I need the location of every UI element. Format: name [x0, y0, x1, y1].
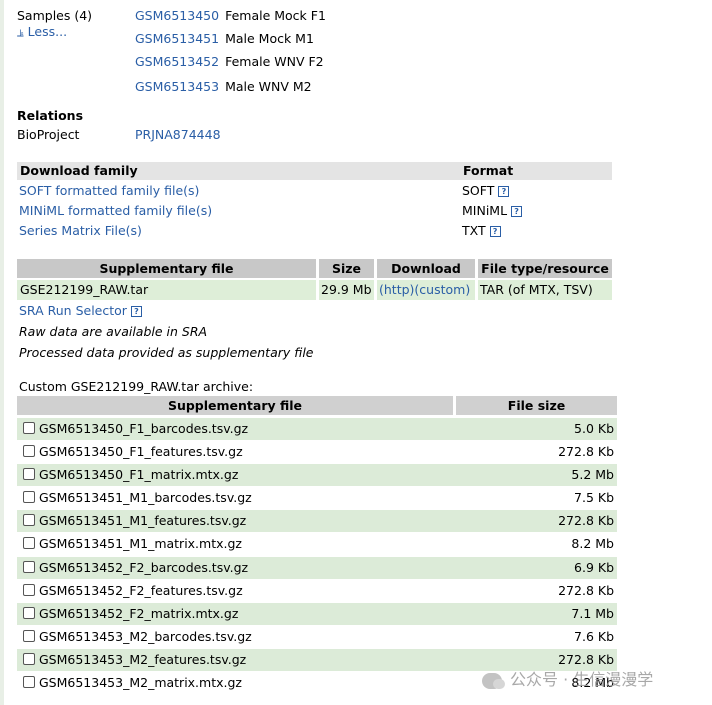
download-header: Download [377, 259, 475, 278]
file-size: 6.9 Kb [574, 560, 614, 575]
file-checkbox[interactable] [23, 468, 35, 480]
file-row: GSM6513450_F1_features.tsv.gz 272.8 Kb [17, 441, 617, 463]
file-row: GSM6513452_F2_barcodes.tsv.gz 6.9 Kb [17, 557, 617, 579]
soft-family-link[interactable]: SOFT formatted family file(s) [19, 183, 199, 198]
file-checkbox[interactable] [23, 514, 35, 526]
supp-download-cell: (http)(custom) [377, 280, 475, 300]
sample-accession-link[interactable]: GSM6513453 [135, 79, 219, 94]
file-checkbox[interactable] [23, 491, 35, 503]
help-icon[interactable]: ? [498, 186, 510, 197]
file-size: 272.8 Kb [558, 513, 614, 528]
custom-download-link[interactable]: (custom) [414, 282, 470, 297]
file-checkbox[interactable] [23, 561, 35, 573]
file-row: GSM6513451_M1_features.tsv.gz 272.8 Kb [17, 510, 617, 532]
file-row: GSM6513451_M1_barcodes.tsv.gz 7.5 Kb [17, 487, 617, 509]
sra-note: Raw data are available in SRA [19, 324, 208, 339]
sample-item: GSM6513453 Male WNV M2 [135, 79, 312, 94]
file-name: GSM6513451_M1_barcodes.tsv.gz [39, 490, 252, 505]
file-row: GSM6513450_F1_matrix.mtx.gz 5.2 Mb [17, 464, 617, 486]
left-border [0, 0, 4, 705]
format-header: Format [460, 162, 612, 180]
file-size: 7.6 Kb [574, 629, 614, 644]
wechat-icon [482, 672, 505, 689]
format-cell: MINiML? [462, 203, 523, 218]
sample-item: GSM6513452 Female WNV F2 [135, 54, 324, 69]
bioproject-link[interactable]: PRJNA874448 [135, 127, 221, 142]
sample-description: Male Mock M1 [225, 31, 314, 46]
processed-note: Processed data provided as supplementary… [19, 345, 314, 360]
sample-description: Female Mock F1 [225, 8, 326, 23]
supp-file-type: TAR (of MTX, TSV) [478, 280, 612, 300]
file-name: GSM6513453_M2_features.tsv.gz [39, 652, 247, 667]
file-checkbox[interactable] [23, 445, 35, 457]
sample-description: Male WNV M2 [225, 79, 312, 94]
sra-run-selector-link[interactable]: SRA Run Selector [19, 303, 127, 318]
archive-size-header: File size [456, 396, 617, 415]
samples-label: Samples (4) [17, 8, 93, 23]
supp-file-name: GSE212199_RAW.tar [17, 280, 316, 300]
file-checkbox[interactable] [23, 653, 35, 665]
format-cell: TXT? [462, 223, 501, 238]
file-name: GSM6513451_M1_features.tsv.gz [39, 513, 247, 528]
sample-accession-link[interactable]: GSM6513452 [135, 54, 219, 69]
samples-toggle[interactable]: ⫡ Less... [17, 24, 67, 39]
bioproject-label: BioProject [17, 127, 80, 142]
file-size: 5.0 Kb [574, 421, 614, 436]
sample-item: GSM6513451 Male Mock M1 [135, 31, 314, 46]
file-checkbox[interactable] [23, 607, 35, 619]
file-checkbox[interactable] [23, 676, 35, 688]
http-download-link[interactable]: (http) [379, 282, 414, 297]
file-checkbox[interactable] [23, 537, 35, 549]
help-icon[interactable]: ? [130, 306, 142, 317]
file-size: 7.5 Kb [574, 490, 614, 505]
archive-caption: Custom GSE212199_RAW.tar archive: [19, 379, 254, 394]
file-row: GSM6513452_F2_matrix.mtx.gz 7.1 Mb [17, 603, 617, 625]
file-size: 8.2 Mb [571, 536, 614, 551]
file-type-header: File type/resource [478, 259, 612, 278]
file-checkbox[interactable] [23, 422, 35, 434]
watermark: 公众号 · 生信漫漫学 [482, 666, 653, 690]
file-row: GSM6513452_F2_features.tsv.gz 272.8 Kb [17, 580, 617, 602]
sample-description: Female WNV F2 [225, 54, 324, 69]
file-name: GSM6513452_F2_features.tsv.gz [39, 583, 243, 598]
sample-accession-link[interactable]: GSM6513450 [135, 8, 219, 23]
file-name: GSM6513452_F2_matrix.mtx.gz [39, 606, 239, 621]
sra-selector: SRA Run Selector? [19, 303, 142, 318]
miniml-family-link[interactable]: MINiML formatted family file(s) [19, 203, 212, 218]
sample-accession-link[interactable]: GSM6513451 [135, 31, 219, 46]
help-icon[interactable]: ? [489, 226, 501, 237]
file-checkbox[interactable] [23, 584, 35, 596]
file-size: 5.2 Mb [571, 467, 614, 482]
size-header: Size [319, 259, 374, 278]
format-cell: SOFT? [462, 183, 510, 198]
watermark-text: 公众号 · 生信漫漫学 [510, 670, 654, 689]
file-name: GSM6513452_F2_barcodes.tsv.gz [39, 560, 249, 575]
file-name: GSM6513451_M1_matrix.mtx.gz [39, 536, 242, 551]
file-size: 272.8 Kb [558, 583, 614, 598]
less-link[interactable]: Less... [28, 24, 67, 39]
file-checkbox[interactable] [23, 630, 35, 642]
file-name: GSM6513453_M2_matrix.mtx.gz [39, 675, 242, 690]
file-size: 272.8 Kb [558, 444, 614, 459]
file-name: GSM6513453_M2_barcodes.tsv.gz [39, 629, 252, 644]
series-matrix-link[interactable]: Series Matrix File(s) [19, 223, 142, 238]
file-name: GSM6513450_F1_barcodes.tsv.gz [39, 421, 249, 436]
file-row: GSM6513450_F1_barcodes.tsv.gz 5.0 Kb [17, 418, 617, 440]
sample-item: GSM6513450 Female Mock F1 [135, 8, 326, 23]
archive-file-header: Supplementary file [17, 396, 453, 415]
relations-heading: Relations [17, 108, 84, 123]
file-name: GSM6513450_F1_features.tsv.gz [39, 444, 243, 459]
supp-file-size: 29.9 Mb [319, 280, 374, 300]
file-name: GSM6513450_F1_matrix.mtx.gz [39, 467, 239, 482]
collapse-icon: ⫡ [17, 28, 24, 39]
file-row: GSM6513453_M2_barcodes.tsv.gz 7.6 Kb [17, 626, 617, 648]
supp-file-header: Supplementary file [17, 259, 316, 278]
file-row: GSM6513451_M1_matrix.mtx.gz 8.2 Mb [17, 533, 617, 555]
download-family-header: Download family [17, 162, 460, 180]
format-label: MINiML [462, 203, 508, 218]
format-label: TXT [462, 223, 486, 238]
help-icon[interactable]: ? [511, 206, 523, 217]
format-label: SOFT [462, 183, 495, 198]
file-size: 7.1 Mb [571, 606, 614, 621]
